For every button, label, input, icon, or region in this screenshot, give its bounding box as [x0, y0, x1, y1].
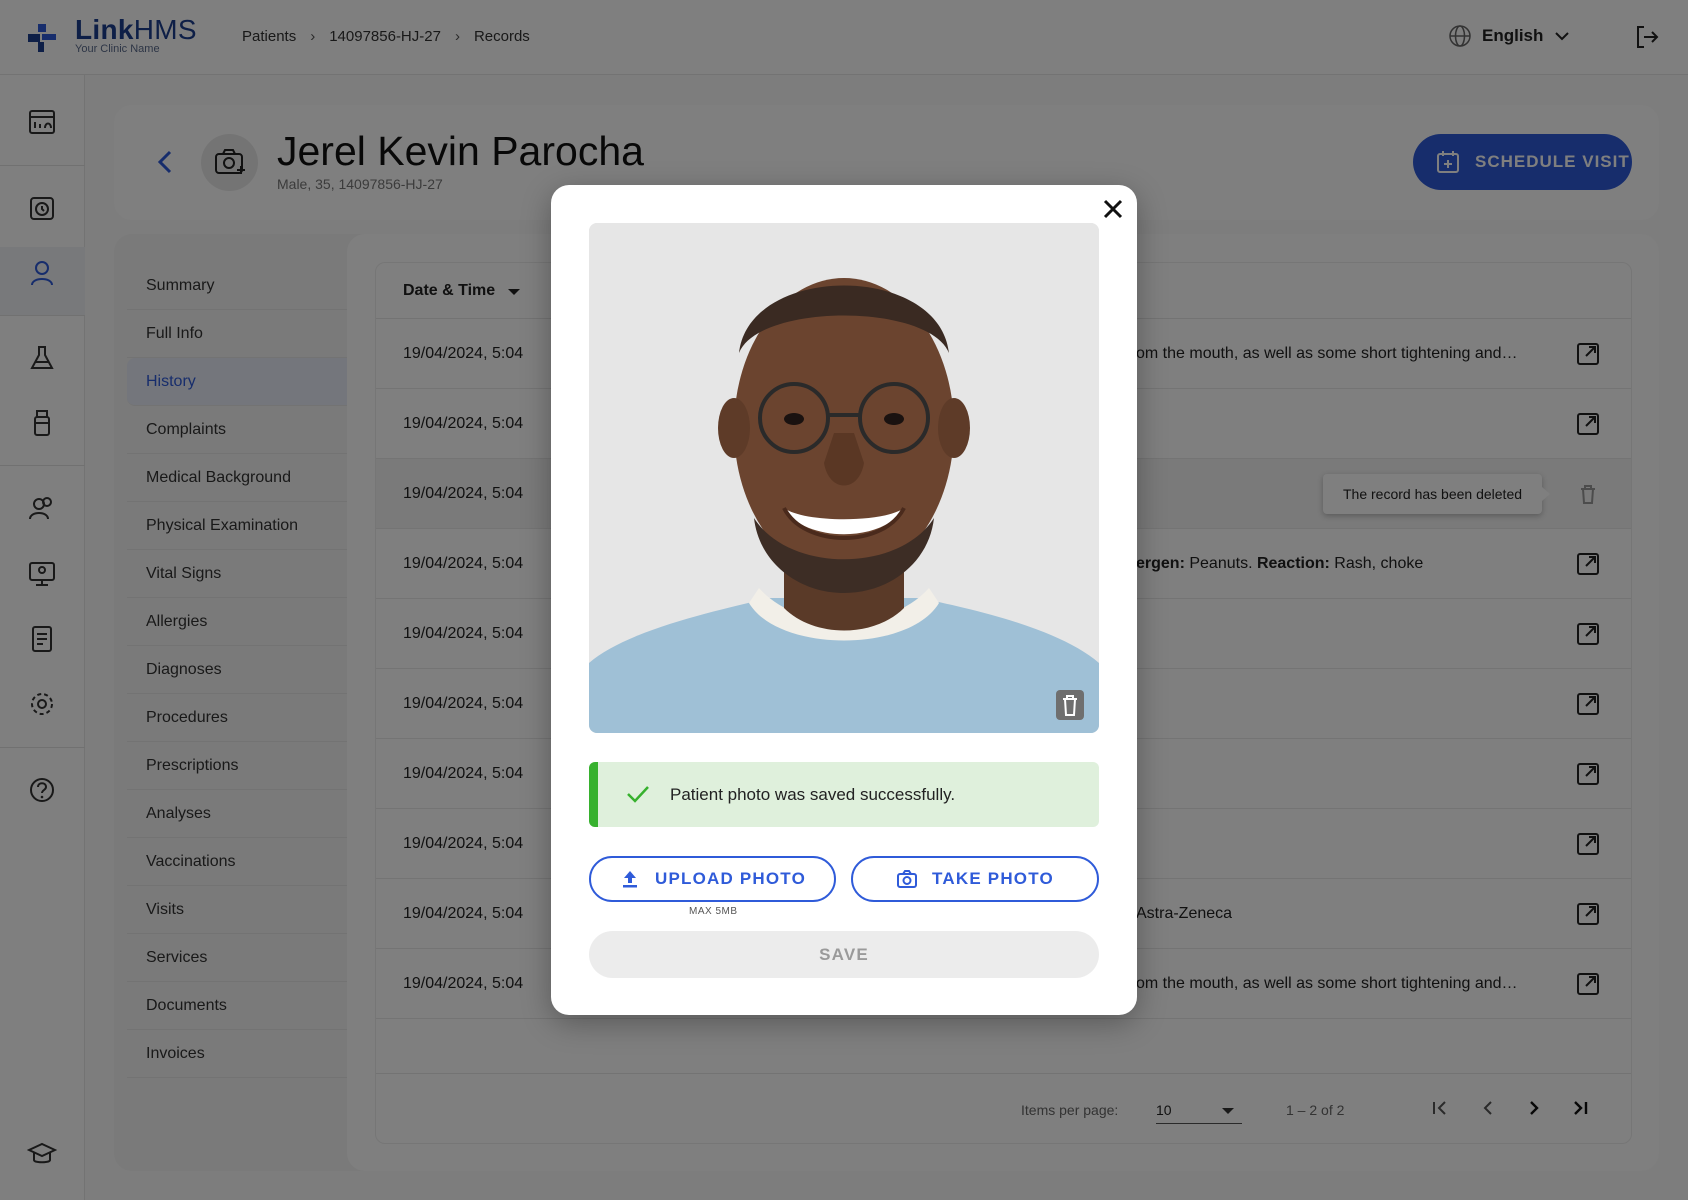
patient-photo: [589, 223, 1099, 733]
upload-icon: [622, 871, 637, 888]
upload-photo-label: UPLOAD PHOTO: [654, 869, 807, 888]
save-button[interactable]: SAVE: [589, 931, 1099, 978]
upload-photo-button[interactable]: UPLOAD PHOTO: [589, 856, 836, 902]
take-photo-label: TAKE PHOTO: [932, 869, 1054, 888]
camera-icon: [897, 870, 918, 888]
max-size-hint: MAX 5MB: [689, 906, 738, 917]
patient-portrait-image: [589, 223, 1099, 733]
success-message: Patient photo was saved successfully.: [670, 785, 956, 804]
take-photo-button[interactable]: TAKE PHOTO: [851, 856, 1099, 902]
close-icon[interactable]: [1100, 196, 1126, 222]
check-icon: [627, 786, 649, 803]
trash-icon: [1063, 695, 1077, 716]
delete-photo-button[interactable]: [1056, 690, 1084, 720]
success-alert: Patient photo was saved successfully.: [589, 762, 1099, 827]
